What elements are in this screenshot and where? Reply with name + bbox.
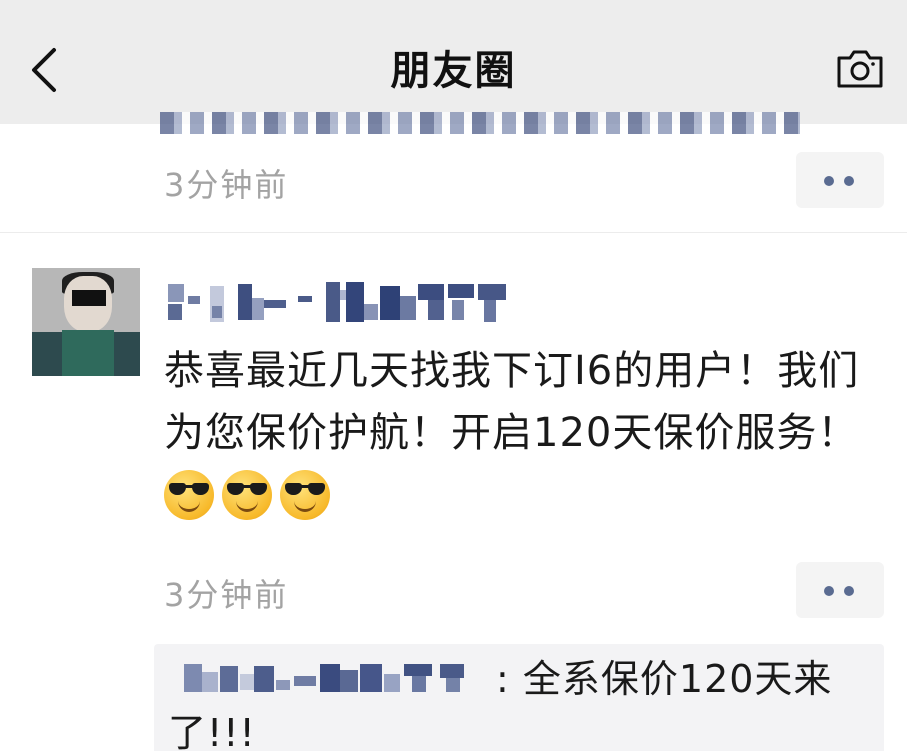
post-time: 3分钟前 bbox=[164, 576, 289, 614]
post-divider bbox=[0, 232, 907, 233]
comment-separator: : bbox=[496, 657, 523, 701]
more-dots-icon bbox=[824, 176, 834, 186]
sunglasses-emoji-icon bbox=[164, 470, 214, 520]
post-content: 恭喜最近几天找我下订I6的用户！我们为您保价护航！开启120天保价服务！ bbox=[164, 340, 884, 528]
previous-post-time: 3分钟前 bbox=[164, 166, 289, 204]
more-dots-icon bbox=[824, 586, 834, 596]
post-text: 恭喜最近几天找我下订I6的用户！我们为您保价护航！开启120天保价服务！ bbox=[164, 348, 860, 456]
post-more-button[interactable] bbox=[796, 562, 884, 618]
emoji-row bbox=[164, 466, 338, 528]
previous-post-cutoff-text bbox=[160, 104, 800, 134]
post-author-name-pixelated[interactable] bbox=[166, 276, 518, 324]
sunglasses-emoji-icon bbox=[222, 470, 272, 520]
moments-page: 朋友圈 3分钟前 恭喜最近几天找我下订I6的用户！我们为您保价护航！开启120天… bbox=[0, 0, 907, 751]
camera-icon[interactable] bbox=[835, 48, 885, 90]
avatar[interactable] bbox=[32, 268, 140, 376]
previous-post-more-button[interactable] bbox=[796, 152, 884, 208]
sunglasses-emoji-icon bbox=[280, 470, 330, 520]
comment-text: : 全系保价120天来了!!! bbox=[168, 652, 868, 751]
page-title: 朋友圈 bbox=[390, 48, 517, 94]
